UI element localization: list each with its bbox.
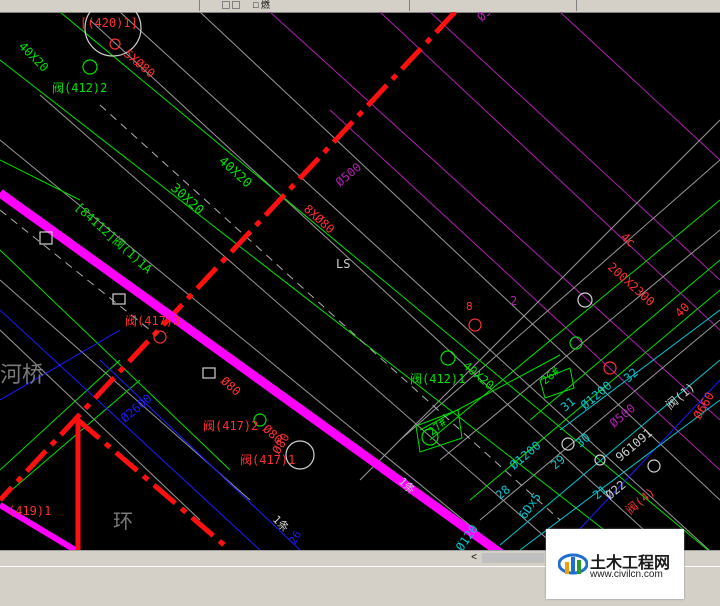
label-417-2: 阀(417)2	[203, 419, 258, 433]
label-30: 30	[573, 430, 593, 450]
site-watermark: 土木工程网 www.civilcn.com	[546, 529, 684, 599]
watermark-url: www.civilcn.com	[590, 569, 663, 580]
purple-pipe-lines	[269, 12, 720, 471]
label-8: 8	[466, 300, 473, 313]
label-419-1: (419)1	[8, 504, 51, 518]
label-412-2: 阀(412)2	[52, 81, 107, 95]
label-29: 29	[548, 452, 568, 472]
label-valve-4: 阀(4)	[623, 485, 658, 517]
label-5x80: 5XØ80	[121, 47, 158, 81]
label-6dx: 6Dx5	[516, 490, 544, 522]
toolbar-button-1[interactable]	[222, 1, 230, 9]
label-84112: [84112]阀(1)1A	[72, 200, 155, 277]
green-pipe-lines	[0, 12, 720, 550]
label-d500-c: Ø500	[607, 401, 638, 430]
label-d500-a: Ø500	[474, 12, 504, 24]
toolbar-layer-combo[interactable]	[0, 0, 200, 11]
scroll-left-arrow[interactable]: <	[468, 552, 480, 564]
label-bridge: 河桥	[0, 363, 44, 388]
label-26: 26#	[539, 364, 563, 387]
label-1a: 1条	[270, 512, 292, 534]
label-412-1: 阀(412)1	[410, 372, 465, 386]
label-d1200-b: Ø1200	[507, 438, 544, 472]
toolbar-plotstyle-combo[interactable]	[578, 0, 720, 11]
blue-pipe-lines	[0, 309, 720, 550]
label-40x20-b: 40X20	[215, 154, 254, 191]
toolbar-button-2[interactable]	[232, 1, 240, 9]
white-pipe-lines	[0, 12, 720, 550]
toolbar-linetype-combo[interactable]: □ 燃	[250, 0, 410, 11]
label-d500-b: Ø500	[333, 160, 364, 189]
label-valve-1: 阀(1)	[663, 380, 698, 412]
label-417-3: 阀(417)3	[125, 314, 180, 328]
label-417-1: 阀(417)1	[240, 453, 295, 467]
label-420: [(420)1]	[80, 16, 138, 30]
label-40x20-c: 40X20	[460, 359, 497, 393]
label-30x20: 30X20	[167, 181, 206, 218]
label-2: 2	[510, 294, 517, 308]
label-28: 28	[493, 482, 513, 502]
toolbar-lineweight-combo[interactable]	[412, 0, 577, 11]
cad-drawing-svg: [(420)1] 40X20 5XØ80 阀(412)2 Ø500 40X20 …	[0, 12, 720, 550]
label-40x20-a: 40X20	[16, 39, 51, 74]
label-200x2300: 200X2300	[605, 260, 657, 309]
label-huan: 环	[113, 509, 133, 533]
valve-symbols	[82, 59, 583, 446]
label-26-b: 26	[286, 529, 304, 547]
cyan-pipe-lines	[499, 309, 720, 550]
label-d80-a: Ø80	[218, 374, 243, 399]
scroll-track[interactable]	[482, 553, 544, 563]
label-2600: Ø2600	[118, 391, 155, 425]
label-40: 40	[672, 300, 692, 320]
label-ls: LS	[336, 257, 350, 271]
watermark-logo-icon	[558, 553, 588, 575]
cad-drawing-canvas[interactable]: [(420)1] 40X20 5XØ80 阀(412)2 Ø500 40X20 …	[0, 12, 720, 550]
